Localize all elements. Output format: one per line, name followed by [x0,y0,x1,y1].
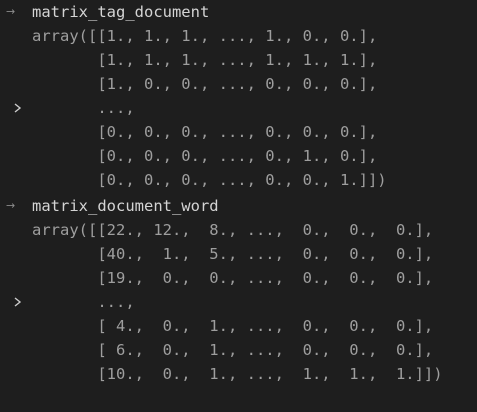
output-line: array([[22., 12., 8., ..., 0., 0., 0.], [32,221,434,239]
output-line: [0., 0., 0., ..., 0., 0., 1.]]) [32,171,387,189]
output-line: [0., 0., 0., ..., 0., 1., 0.], [32,147,378,165]
output-line: array([[1., 1., 1., ..., 1., 0., 0.], [32,27,378,45]
arrow-right-icon: → [6,199,16,212]
output-line: [40., 1., 5., ..., 0., 0., 0.], [32,245,434,263]
arrow-right-icon: → [6,5,16,18]
output-line: [10., 0., 1., ..., 1., 1., 1.]]) [32,365,443,383]
output-text: array([[1., 1., 1., ..., 1., 0., 0.], [1… [32,24,387,192]
cell-code[interactable]: matrix_tag_document [32,0,209,24]
chevron-right-icon[interactable] [11,96,25,120]
output-text: array([[22., 12., 8., ..., 0., 0., 0.], … [32,218,443,386]
output-line: ..., [32,99,135,117]
chevron-right-icon-shape [14,103,22,113]
cell-output: array([[1., 1., 1., ..., 1., 0., 0.], [1… [0,24,477,194]
output-line: ..., [32,293,135,311]
cell-input[interactable]: → matrix_document_word [0,194,477,218]
notebook-cell-2[interactable]: → matrix_document_word array([[22., 12.,… [0,194,477,388]
notebook-cell-1[interactable]: → matrix_tag_document array([[1., 1., 1.… [0,0,477,194]
cell-input[interactable]: → matrix_tag_document [0,0,477,24]
output-line: [1., 0., 0., ..., 0., 0., 0.], [32,75,378,93]
output-line: [ 6., 0., 1., ..., 0., 0., 0.], [32,341,434,359]
output-line: [0., 0., 0., ..., 0., 0., 0.], [32,123,378,141]
cell-code[interactable]: matrix_document_word [32,194,219,218]
notebook: → matrix_tag_document array([[1., 1., 1.… [0,0,477,412]
chevron-right-icon[interactable] [11,290,25,314]
output-line: [19., 0., 0., ..., 0., 0., 0.], [32,269,434,287]
cell-output: array([[22., 12., 8., ..., 0., 0., 0.], … [0,218,477,388]
output-line: [1., 1., 1., ..., 1., 1., 1.], [32,51,378,69]
chevron-right-icon-shape [14,297,22,307]
output-line: [ 4., 0., 1., ..., 0., 0., 0.], [32,317,434,335]
